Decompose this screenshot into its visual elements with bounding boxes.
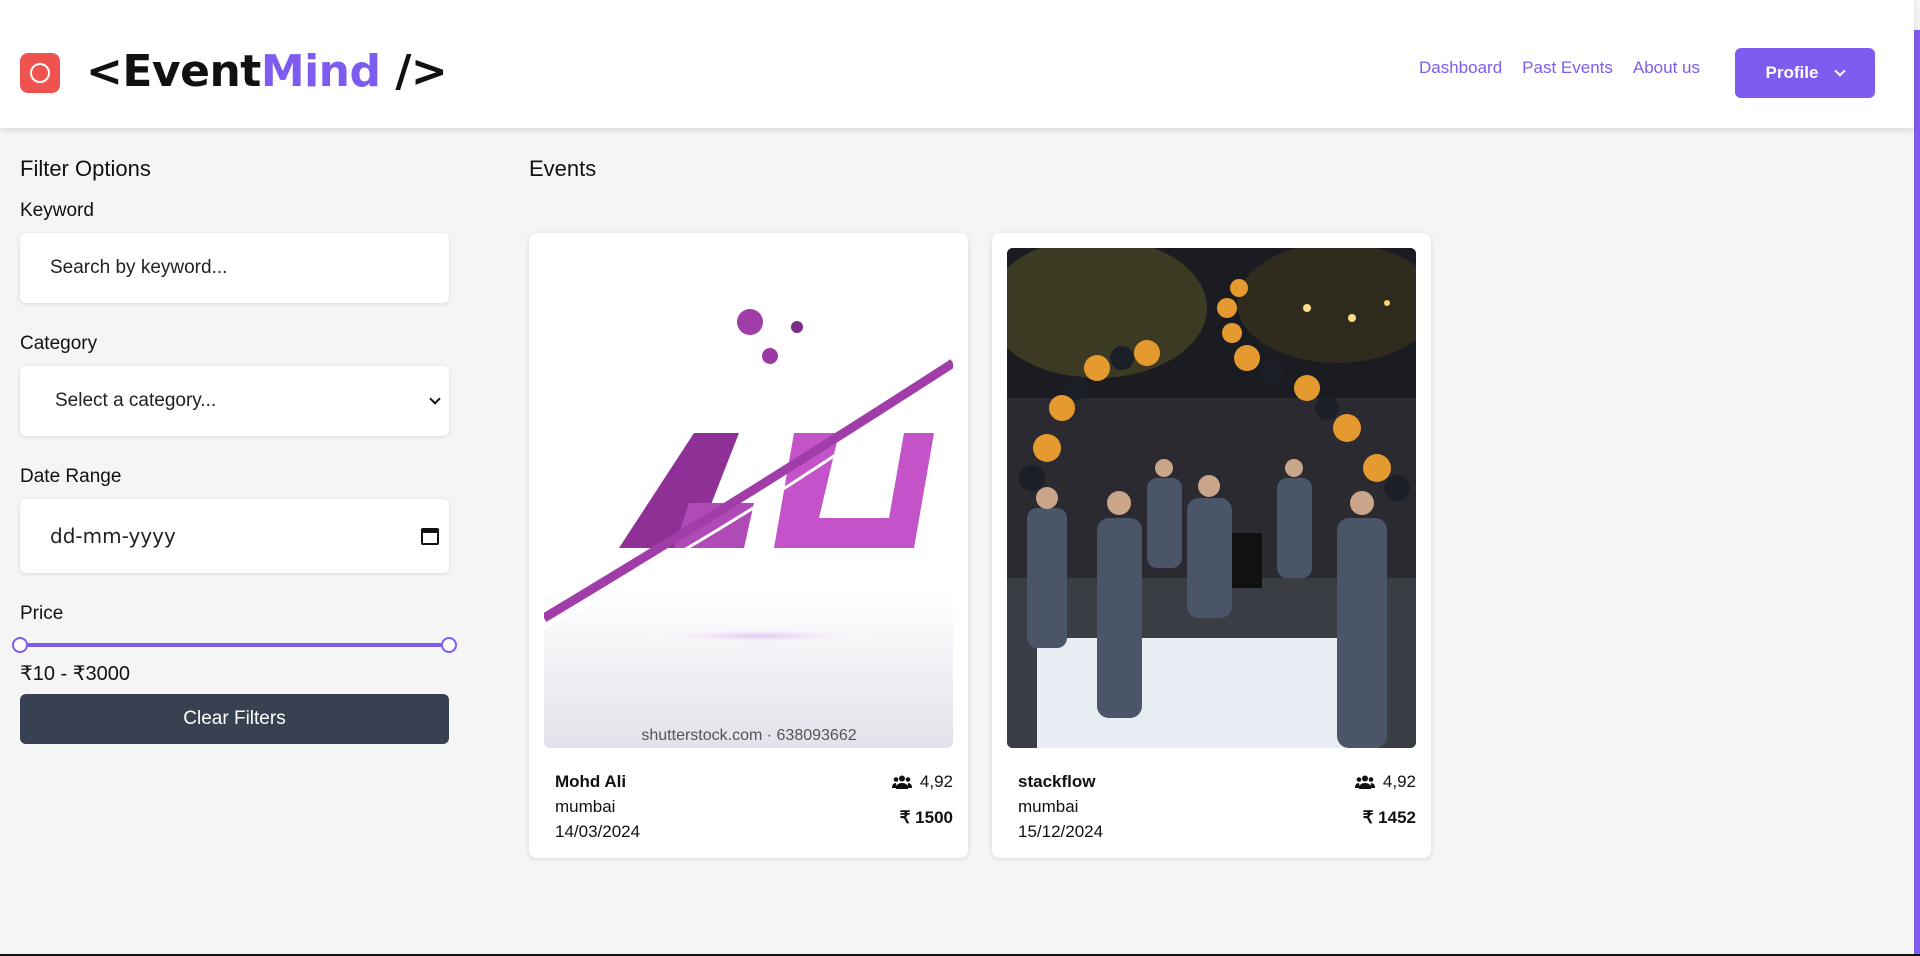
users-icon bbox=[1354, 775, 1375, 789]
event-price: ₹ 1452 bbox=[1362, 807, 1416, 827]
filter-title: Filter Options bbox=[20, 156, 151, 181]
slider-min-handle[interactable] bbox=[12, 637, 28, 653]
attendee-count: 4,92 bbox=[919, 772, 953, 791]
keyword-input[interactable]: Search by keyword... bbox=[20, 233, 449, 303]
event-card[interactable]: shutterstock.com · 638093662 Mohd Ali mu… bbox=[529, 233, 968, 858]
slider-track bbox=[20, 643, 449, 647]
users-icon bbox=[891, 775, 912, 789]
chevron-down-icon bbox=[1834, 64, 1847, 77]
keyword-label: Keyword bbox=[20, 200, 94, 221]
filter-sidebar: Filter Options Keyword Search by keyword… bbox=[12, 156, 457, 744]
event-city: mumbai bbox=[555, 797, 616, 816]
event-meta: stackflow mumbai 15/12/2024 bbox=[1018, 769, 1103, 844]
price-label: Price bbox=[20, 603, 64, 624]
attendees: 4,92 bbox=[891, 769, 953, 794]
category-selected: Select a category... bbox=[55, 390, 217, 411]
profile-button[interactable]: Profile bbox=[1735, 48, 1875, 98]
attendee-count: 4,92 bbox=[1382, 772, 1416, 791]
event-stats: 4,92 ₹ 1500 bbox=[891, 769, 953, 830]
clear-filters-label: Clear Filters bbox=[183, 708, 286, 729]
ali-logo-image: shutterstock.com · 638093662 bbox=[544, 309, 953, 748]
event-image: shutterstock.com · 638093662 bbox=[544, 248, 953, 748]
slider-max-handle[interactable] bbox=[441, 637, 457, 653]
night-market-photo bbox=[1007, 248, 1416, 748]
category-label: Category bbox=[20, 333, 98, 354]
price-range-text: ₹10 - ₹3000 bbox=[20, 663, 130, 685]
event-city: mumbai bbox=[1018, 797, 1079, 816]
event-price: ₹ 1500 bbox=[899, 807, 953, 827]
price-range-slider[interactable] bbox=[12, 635, 457, 655]
event-stats: 4,92 ₹ 1452 bbox=[1354, 769, 1416, 830]
brand-suffix: /> bbox=[380, 46, 448, 97]
keyword-placeholder: Search by keyword... bbox=[50, 257, 228, 278]
main-nav: Dashboard Past Events About us bbox=[1419, 58, 1700, 78]
calendar-icon[interactable] bbox=[421, 527, 439, 545]
brand-title[interactable]: <EventMind /> bbox=[86, 44, 448, 100]
events-title: Events bbox=[529, 156, 597, 181]
chevron-down-icon bbox=[429, 393, 441, 405]
nav-about-us[interactable]: About us bbox=[1633, 58, 1700, 78]
date-label: Date Range bbox=[20, 466, 122, 487]
date-input[interactable]: dd-mm-yyyy bbox=[20, 499, 449, 573]
event-date: 15/12/2024 bbox=[1018, 822, 1104, 841]
event-organizer: stackflow bbox=[1018, 772, 1096, 791]
event-date: 14/03/2024 bbox=[555, 822, 641, 841]
nav-dashboard[interactable]: Dashboard bbox=[1419, 58, 1502, 78]
top-navbar: <EventMind /> Dashboard Past Events Abou… bbox=[0, 0, 1914, 128]
brand-prefix: <Event bbox=[86, 46, 261, 97]
category-select[interactable]: Select a category... bbox=[20, 366, 449, 436]
clear-filters-button[interactable]: Clear Filters bbox=[20, 694, 449, 744]
attendees: 4,92 bbox=[1354, 769, 1416, 794]
brand-accent: Mind bbox=[260, 46, 381, 97]
date-placeholder: dd-mm-yyyy bbox=[50, 524, 176, 548]
nav-past-events[interactable]: Past Events bbox=[1522, 58, 1613, 78]
event-meta: Mohd Ali mumbai 14/03/2024 bbox=[555, 769, 640, 844]
event-organizer: Mohd Ali bbox=[555, 772, 627, 791]
scroll-accent-bar bbox=[1914, 30, 1920, 956]
watermark-text: shutterstock.com · 638093662 bbox=[641, 727, 856, 744]
event-image bbox=[1007, 248, 1416, 748]
event-card[interactable]: stackflow mumbai 15/12/2024 4,92 ₹ 1452 bbox=[992, 233, 1431, 858]
logo-icon[interactable] bbox=[20, 53, 60, 93]
profile-label: Profile bbox=[1765, 63, 1819, 82]
